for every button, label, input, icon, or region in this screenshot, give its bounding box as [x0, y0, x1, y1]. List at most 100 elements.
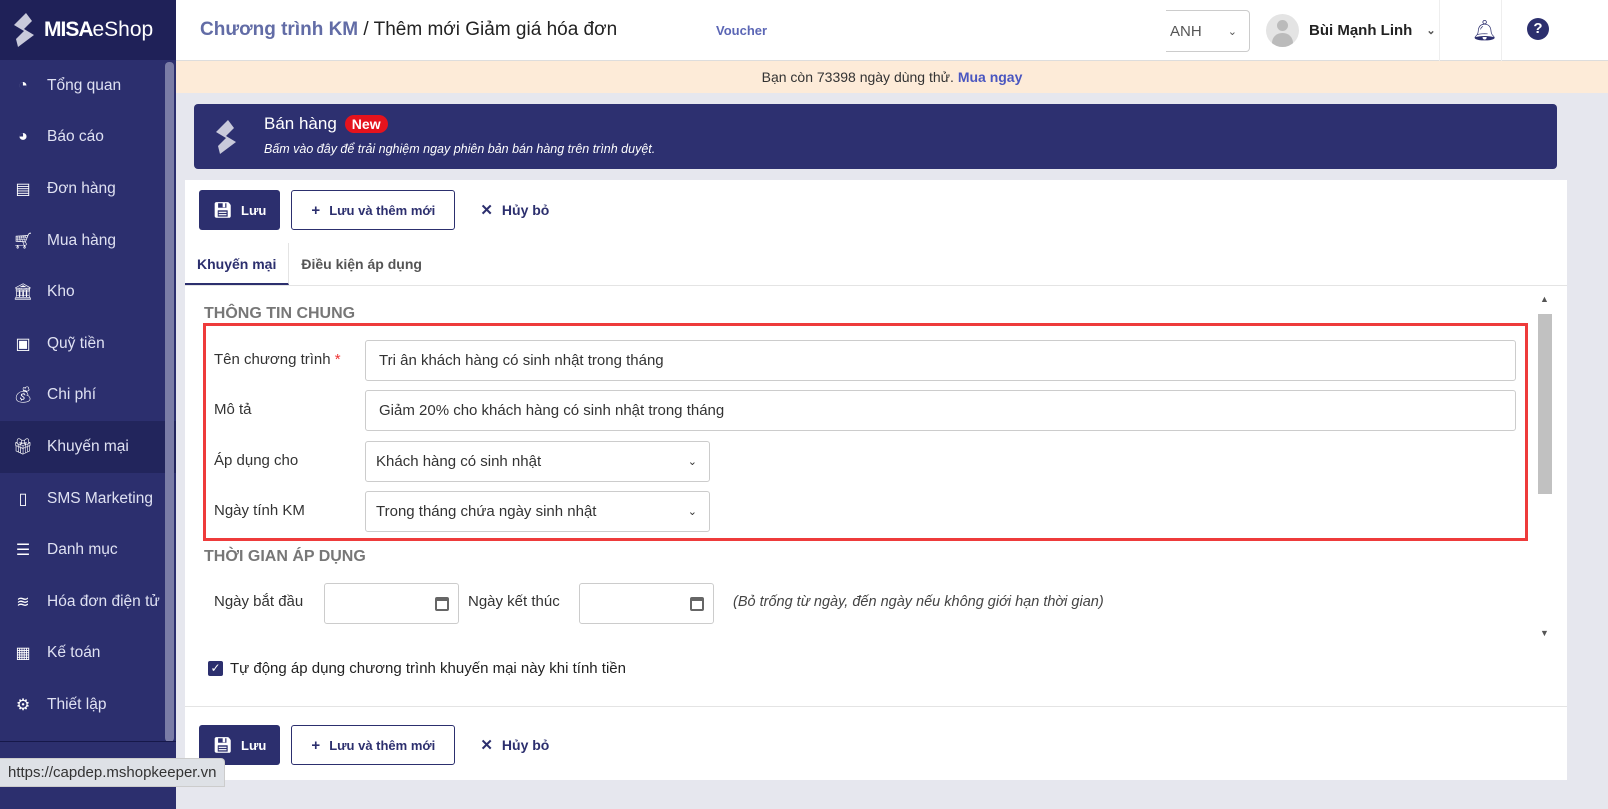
save-and-new-button[interactable]: + Lưu và thêm mới	[291, 725, 456, 765]
buy-now-link[interactable]: Mua ngay	[958, 69, 1023, 85]
sidebar-item-label: Hóa đơn điện tử	[47, 592, 160, 610]
header-divider	[1439, 0, 1440, 61]
sidebar-item-label: Đơn hàng	[47, 179, 116, 197]
logo[interactable]: MISA eShop	[0, 0, 176, 60]
misa-logo-icon	[14, 13, 34, 47]
plus-icon: +	[311, 736, 321, 754]
cancel-button[interactable]: ✕ Hủy bỏ	[466, 190, 563, 230]
user-menu[interactable]: Bùi Mạnh Linh ⌄	[1266, 14, 1436, 47]
sidebar-item[interactable]: ◔ Tổng quan	[0, 60, 176, 112]
promo-title: Bán hàng	[264, 114, 337, 133]
promo-subtitle: Bấm vào đây để trải nghiệm ngay phiên bả…	[264, 142, 656, 156]
end-date-label: Ngày kết thúc	[468, 593, 560, 610]
pie-chart-icon: ◕	[18, 128, 28, 146]
sidebar-item[interactable]: ▣ Quỹ tiền	[0, 318, 176, 370]
calendar-icon[interactable]	[690, 596, 704, 611]
end-date-input[interactable]	[579, 583, 714, 624]
phone-icon: ▯	[18, 490, 28, 508]
gift-icon: 🎁︎	[12, 438, 34, 456]
sidebar-item-label: Khuyến mại	[47, 437, 129, 455]
start-date-input[interactable]	[324, 583, 459, 624]
scroll-down-icon[interactable]: ▼	[1540, 628, 1549, 638]
voucher-link[interactable]: Voucher	[716, 23, 767, 38]
scrollbar-thumb[interactable]	[1538, 314, 1552, 494]
chevron-down-icon: ⌄	[687, 456, 697, 468]
status-bar-url: https://capdep.mshopkeeper.vn	[0, 758, 226, 787]
general-info-heading: THÔNG TIN CHUNG	[204, 305, 356, 322]
scroll-up-icon[interactable]: ▲	[1540, 294, 1549, 304]
header-divider	[1501, 0, 1502, 61]
cancel-button[interactable]: ✕ Hủy bỏ	[466, 725, 563, 765]
promo-date-label: Ngày tính KM	[214, 502, 305, 519]
invoice-icon: ≋	[16, 593, 30, 611]
promo-date-value: Trong tháng chứa ngày sinh nhật	[376, 503, 597, 520]
sidebar-item[interactable]: ▤ Đơn hàng	[0, 163, 176, 215]
user-name: Bùi Mạnh Linh	[1309, 22, 1413, 39]
promo-date-select[interactable]: Trong tháng chứa ngày sinh nhật ⌄	[365, 491, 710, 532]
floppy-icon: 💾︎	[213, 202, 233, 219]
chevron-down-icon: ⌄	[1426, 25, 1436, 37]
sidebar-item-label: Thiết lập	[47, 695, 107, 713]
sidebar-item[interactable]: ▯ SMS Marketing	[0, 473, 176, 525]
sidebar-item[interactable]: ☰ Danh mục	[0, 524, 176, 576]
cancel-label: Hủy bỏ	[501, 737, 550, 753]
save-label: Lưu	[241, 202, 267, 218]
sidebar-item[interactable]: 💰︎ Chi phí	[0, 370, 176, 422]
tab-conditions[interactable]: Điều kiện áp dụng	[289, 243, 434, 285]
sidebar-item[interactable]: 🛒︎ Mua hàng	[0, 215, 176, 267]
description-input[interactable]: Giảm 20% cho khách hàng có sinh nhật tro…	[365, 390, 1516, 431]
sidebar-item-label: Báo cáo	[47, 128, 104, 146]
close-icon: ✕	[480, 202, 493, 219]
sidebar-item-label: Chi phí	[47, 386, 97, 404]
auto-apply-checkbox[interactable]: ✓ Tự động áp dụng chương trình khuyến mại…	[208, 660, 626, 677]
date-hint: (Bỏ trống từ ngày, đến ngày nếu không gi…	[733, 594, 1104, 610]
bell-icon[interactable]: 🔔︎	[1472, 18, 1497, 43]
sidebar-item-label: Quỹ tiền	[47, 334, 105, 352]
branch-value: ANH	[1170, 22, 1202, 40]
warehouse-icon: 🏛︎	[12, 284, 34, 302]
calculator-icon: ▦	[15, 645, 31, 663]
description-label: Mô tả	[214, 401, 252, 418]
top-header: Chương trình KM / Thêm mới Giảm giá hóa …	[176, 0, 1608, 61]
logo-text: eShop	[92, 18, 154, 41]
gear-icon: ⚙	[15, 696, 31, 714]
save-and-new-label: Lưu và thêm mới	[329, 202, 436, 218]
branch-select[interactable]: ANH ⌄	[1166, 10, 1250, 52]
program-name-label-text: Tên chương trình	[214, 351, 331, 368]
misa-logo-icon	[216, 120, 236, 154]
sales-promo-banner[interactable]: Bán hàng New Bấm vào đây để trải nghiệm n…	[194, 104, 1557, 169]
sidebar-divider	[0, 741, 176, 742]
sidebar-item[interactable]: ⚙ Thiết lập	[0, 679, 176, 731]
program-name-input[interactable]: Tri ân khách hàng có sinh nhật trong thá…	[365, 340, 1516, 381]
breadcrumb-current: Thêm mới Giảm giá hóa đơn	[373, 19, 618, 40]
sidebar-item[interactable]: ≋ Hóa đơn điện tử	[0, 576, 176, 628]
tab-promotion[interactable]: Khuyến mại	[185, 243, 290, 285]
list-icon: ☰	[15, 542, 31, 560]
apply-for-value: Khách hàng có sinh nhật	[376, 453, 542, 470]
safe-icon: ▣	[15, 335, 31, 353]
period-heading: THỜI GIAN ÁP DỤNG	[204, 548, 366, 565]
trial-text: Bạn còn 73398 ngày dùng thử.	[761, 69, 954, 85]
sidebar-item[interactable]: 🏛︎ Kho	[0, 266, 176, 318]
sidebar-item[interactable]: ◕ Báo cáo	[0, 112, 176, 164]
help-icon[interactable]: ?	[1527, 18, 1549, 40]
start-date-label: Ngày bắt đầu	[214, 593, 304, 610]
sidebar-scrollbar[interactable]	[165, 62, 174, 742]
logo-text-bold: MISA	[44, 18, 93, 41]
money-icon: 💰︎	[12, 387, 34, 405]
breadcrumb-promotions-link[interactable]: Chương trình KM	[200, 19, 358, 40]
save-button[interactable]: 💾︎ Lưu	[199, 190, 281, 230]
plus-icon: +	[311, 201, 321, 219]
form-scrollbar[interactable]: ▲ ▼	[1537, 290, 1553, 638]
save-and-new-button[interactable]: + Lưu và thêm mới	[291, 190, 456, 230]
sidebar-item[interactable]: 🎁︎ Khuyến mại	[0, 421, 176, 473]
sidebar-item[interactable]: ▦ Kế toán	[0, 628, 176, 680]
apply-for-select[interactable]: Khách hàng có sinh nhật ⌄	[365, 441, 710, 482]
sidebar-item-label: Kho	[47, 283, 75, 301]
calendar-icon[interactable]	[435, 596, 449, 611]
dashboard-icon: ◔	[18, 76, 28, 94]
chevron-down-icon: ⌄	[1227, 25, 1237, 38]
sidebar-item-label: Danh mục	[47, 541, 118, 559]
tabs: Khuyến mại Điều kiện áp dụng	[185, 243, 1567, 286]
floppy-icon: 💾︎	[213, 737, 233, 754]
